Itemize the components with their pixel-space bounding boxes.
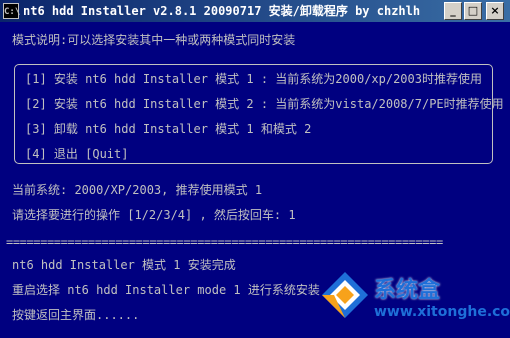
watermark-name: 系统盒 — [374, 278, 441, 303]
current-system-line: 当前系统: 2000/XP/2003, 推荐使用模式 1 — [12, 183, 263, 197]
minimize-button[interactable]: _ — [444, 2, 462, 20]
menu-box: [1] 安装 nt6 hdd Installer 模式 1 : 当前系统为200… — [14, 64, 504, 164]
mode-description: 模式说明:可以选择安装其中一种或两种模式同时安装 — [12, 33, 296, 47]
menu-item-3: [3] 卸载 nt6 hdd Installer 模式 1 和模式 2 — [25, 122, 312, 136]
watermark-logo: 系统盒 www.xitonghe.com — [318, 262, 510, 338]
console-window: C:\ nt6 hdd Installer v2.8.1 20090717 安装… — [0, 0, 510, 338]
close-button[interactable]: × — [486, 2, 504, 20]
window-title: nt6 hdd Installer v2.8.1 20090717 安装/卸载程… — [23, 4, 421, 18]
menu-item-2: [2] 安装 nt6 hdd Installer 模式 2 : 当前系统为vis… — [25, 97, 504, 111]
console-app-icon[interactable]: C:\ — [3, 3, 20, 19]
separator-line: ========================================… — [6, 235, 443, 249]
title-bar[interactable]: C:\ nt6 hdd Installer v2.8.1 20090717 安装… — [0, 0, 510, 22]
xitonghe-logo-icon — [322, 272, 368, 318]
menu-item-4: [4] 退出 [Quit] — [25, 147, 129, 161]
return-prompt: 按键返回主界面...... — [12, 308, 140, 322]
maximize-button[interactable]: □ — [464, 2, 482, 20]
menu-item-1: [1] 安装 nt6 hdd Installer 模式 1 : 当前系统为200… — [25, 72, 482, 86]
restart-instruction: 重启选择 nt6 hdd Installer mode 1 进行系统安装 — [12, 283, 320, 297]
install-complete-message: nt6 hdd Installer 模式 1 安装完成 — [12, 258, 236, 272]
operation-prompt: 请选择要进行的操作 [1/2/3/4] , 然后按回车: 1 — [12, 208, 296, 222]
watermark-url: www.xitonghe.com — [374, 304, 510, 320]
